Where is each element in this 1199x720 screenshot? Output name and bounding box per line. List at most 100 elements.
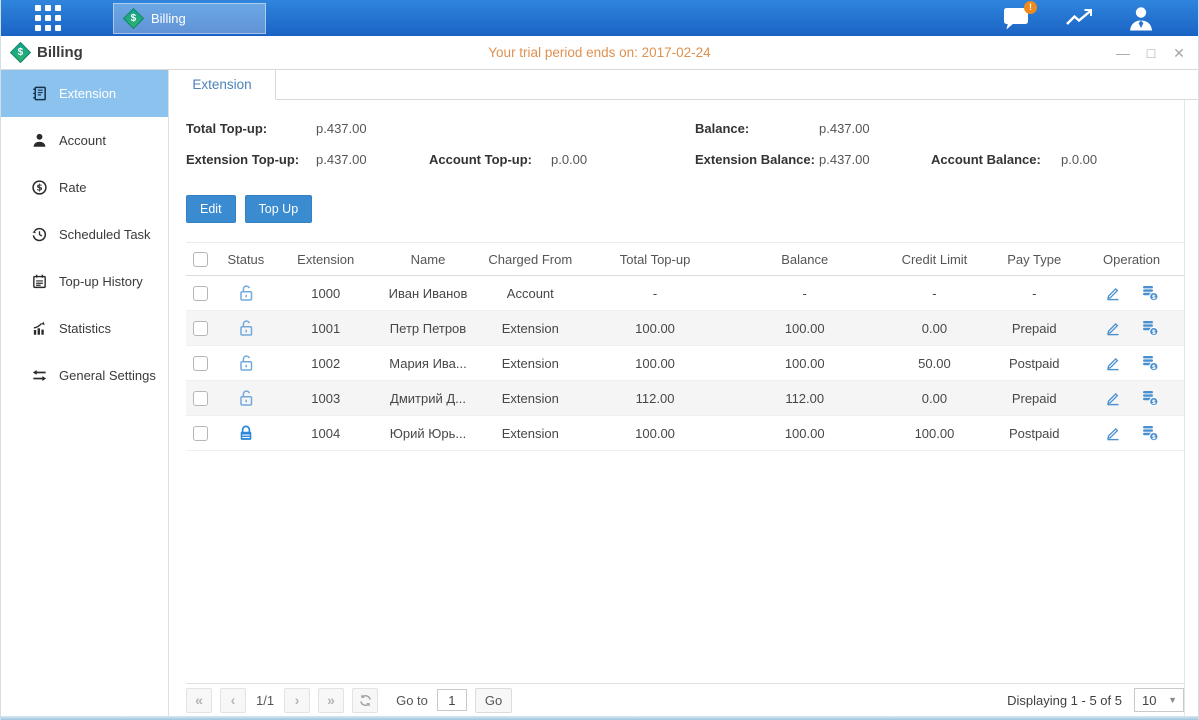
main-content: Extension Total Top-up: p.437.00 Balance… — [169, 70, 1198, 716]
edit-button[interactable]: Edit — [186, 195, 236, 223]
topup-button[interactable]: Top Up — [245, 195, 313, 223]
topup-coins-icon[interactable]: $ — [1140, 318, 1160, 338]
app-tab-billing[interactable]: $ Billing — [113, 3, 266, 34]
extension-table: StatusExtensionNameCharged FromTotal Top… — [186, 242, 1184, 451]
total-topup-value: p.437.00 — [316, 121, 367, 136]
extension-panel: Total Top-up: p.437.00 Balance: p.437.00… — [186, 100, 1185, 716]
svg-text:$: $ — [1152, 399, 1156, 406]
billing-diamond-icon: $ — [10, 42, 31, 63]
row-checkbox[interactable] — [193, 391, 208, 406]
displaying-text: Displaying 1 - 5 of 5 — [1007, 693, 1122, 708]
sidebar-item-statistics[interactable]: Statistics — [1, 305, 168, 352]
close-button[interactable]: ✕ — [1172, 46, 1186, 60]
next-page-button[interactable]: › — [284, 688, 310, 713]
page-size-value: 10 — [1135, 693, 1168, 708]
minimize-button[interactable]: — — [1116, 46, 1130, 60]
page-title: Billing — [37, 44, 83, 61]
ext-balance-label: Extension Balance: — [695, 152, 815, 167]
dollar-circle-icon: $ — [31, 179, 48, 196]
column-header: Name — [376, 243, 481, 276]
user-icon[interactable] — [1126, 5, 1156, 31]
title-bar: $ Billing Your trial period ends on: 201… — [1, 36, 1198, 70]
maximize-button[interactable]: □ — [1144, 46, 1158, 60]
balance-label: Balance: — [695, 121, 749, 136]
go-button[interactable]: Go — [475, 688, 512, 713]
column-header: Total Top-up — [580, 243, 730, 276]
cell-extension: 1001 — [276, 311, 376, 346]
edit-pencil-icon[interactable] — [1103, 283, 1123, 303]
edit-pencil-icon[interactable] — [1103, 353, 1123, 373]
cell-name: Дмитрий Д... — [376, 381, 481, 416]
notification-badge: ! — [1024, 1, 1037, 14]
locked-icon — [236, 424, 256, 439]
svg-text:$: $ — [36, 184, 42, 194]
row-checkbox[interactable] — [193, 286, 208, 301]
cell-name: Мария Ива... — [376, 346, 481, 381]
page-size-select[interactable]: 10 ▼ — [1134, 688, 1184, 712]
ext-balance-value: p.437.00 — [819, 152, 870, 167]
cell-pay-type: Postpaid — [989, 416, 1079, 451]
sidebar-item-scheduled-task[interactable]: Scheduled Task — [1, 211, 168, 258]
table-row[interactable]: 1003 Дмитрий Д... Extension 112.00 112.0… — [186, 381, 1184, 416]
refresh-icon[interactable] — [352, 688, 378, 713]
cell-balance: - — [730, 276, 880, 311]
sidebar-item-extension[interactable]: Extension — [1, 70, 168, 117]
notepad-icon — [31, 273, 48, 290]
cell-charged-from: Extension — [480, 311, 580, 346]
sidebar-item-general-settings[interactable]: General Settings — [1, 352, 168, 399]
topup-coins-icon[interactable]: $ — [1140, 283, 1160, 303]
sidebar-item-top-up-history[interactable]: Top-up History — [1, 258, 168, 305]
ledger-icon — [31, 85, 48, 102]
select-all-checkbox[interactable] — [193, 252, 208, 267]
topup-coins-icon[interactable]: $ — [1140, 388, 1160, 408]
edit-pencil-icon[interactable] — [1103, 318, 1123, 338]
swap-arrows-icon — [31, 367, 48, 384]
tab-extension[interactable]: Extension — [169, 70, 276, 100]
history-clock-icon — [31, 226, 48, 243]
app-tab-label: Billing — [151, 11, 186, 26]
window-title: $ Billing — [13, 44, 83, 61]
edit-pencil-icon[interactable] — [1103, 423, 1123, 443]
total-topup-label: Total Top-up: — [186, 121, 267, 136]
goto-page-input[interactable] — [437, 689, 467, 711]
row-checkbox[interactable] — [193, 426, 208, 441]
cell-name: Иван Иванов — [376, 276, 481, 311]
column-header: Extension — [276, 243, 376, 276]
table-row[interactable]: 1002 Мария Ива... Extension 100.00 100.0… — [186, 346, 1184, 381]
billing-diamond-icon: $ — [123, 8, 144, 29]
column-header: Credit Limit — [880, 243, 990, 276]
column-header: Charged From — [480, 243, 580, 276]
cell-credit-limit: 50.00 — [880, 346, 990, 381]
prev-page-button[interactable]: ‹ — [220, 688, 246, 713]
unlocked-icon — [236, 284, 256, 299]
cell-credit-limit: - — [880, 276, 990, 311]
sidebar-item-rate[interactable]: $Rate — [1, 164, 168, 211]
person-icon — [31, 132, 48, 149]
row-checkbox[interactable] — [193, 356, 208, 371]
row-checkbox[interactable] — [193, 321, 208, 336]
goto-label: Go to — [396, 693, 428, 708]
edit-pencil-icon[interactable] — [1103, 388, 1123, 408]
apps-grid-icon[interactable] — [35, 5, 61, 31]
chat-icon[interactable]: ! — [1002, 5, 1032, 31]
ext-topup-label: Extension Top-up: — [186, 152, 299, 167]
cell-extension: 1000 — [276, 276, 376, 311]
balance-value: p.437.00 — [819, 121, 870, 136]
topup-coins-icon[interactable]: $ — [1140, 423, 1160, 443]
topup-coins-icon[interactable]: $ — [1140, 353, 1160, 373]
acct-topup-label: Account Top-up: — [429, 152, 532, 167]
sidebar: ExtensionAccount$RateScheduled TaskTop-u… — [1, 70, 169, 716]
table-row[interactable]: 1000 Иван Иванов Account - - - - $ — [186, 276, 1184, 311]
last-page-button[interactable]: » — [318, 688, 344, 713]
first-page-button[interactable]: « — [186, 688, 212, 713]
cell-charged-from: Extension — [480, 346, 580, 381]
cell-total-topup: 100.00 — [580, 311, 730, 346]
sidebar-item-account[interactable]: Account — [1, 117, 168, 164]
chart-icon[interactable] — [1064, 5, 1094, 31]
table-row[interactable]: 1004 Юрий Юрь... Extension 100.00 100.00… — [186, 416, 1184, 451]
cell-balance: 100.00 — [730, 311, 880, 346]
table-row[interactable]: 1001 Петр Петров Extension 100.00 100.00… — [186, 311, 1184, 346]
cell-name: Петр Петров — [376, 311, 481, 346]
cell-pay-type: Postpaid — [989, 346, 1079, 381]
cell-extension: 1004 — [276, 416, 376, 451]
